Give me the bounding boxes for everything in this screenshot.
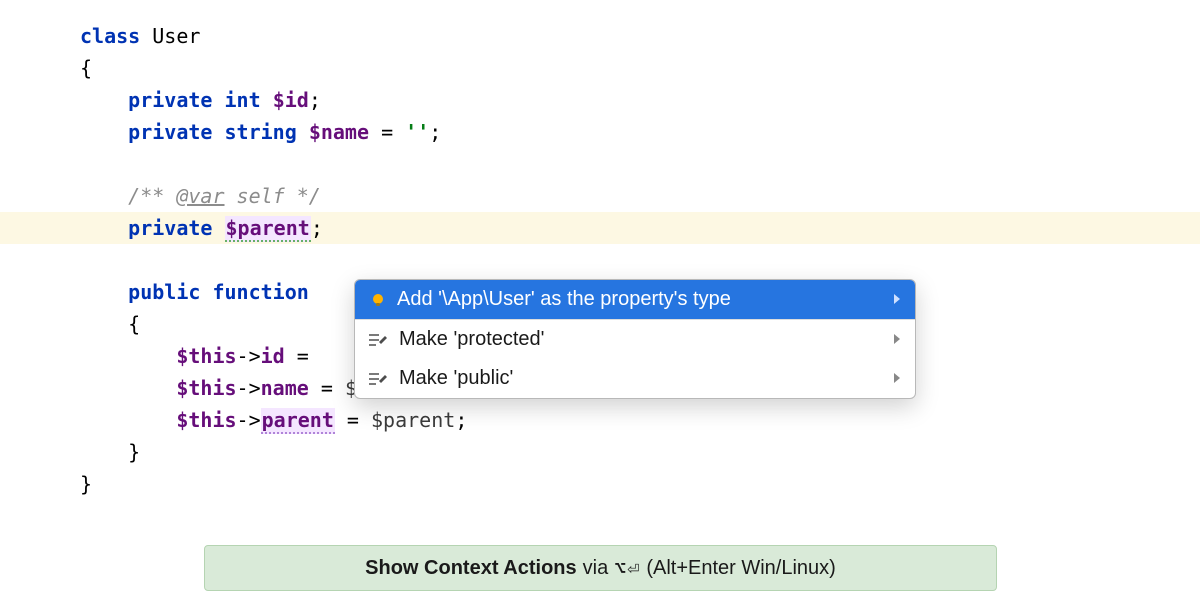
keyword-class: class — [80, 24, 140, 48]
code-line: /** @var self */ — [0, 180, 1200, 212]
code-line: class User — [0, 20, 1200, 52]
assign: = — [369, 120, 405, 144]
lightbulb-icon — [369, 291, 387, 309]
code-line-blank — [0, 244, 1200, 276]
intention-action-label: Make 'public' — [399, 367, 513, 390]
edit-lines-icon — [369, 331, 389, 349]
param-parent: $parent — [371, 408, 455, 432]
type-string: string — [225, 120, 297, 144]
semicolon: ; — [309, 88, 321, 112]
hint-via: via — [583, 557, 609, 580]
intention-actions-popup[interactable]: Add '\App\User' as the property's type M… — [354, 279, 916, 399]
var-id: $id — [273, 88, 309, 112]
intention-action-make-protected[interactable]: Make 'protected' — [355, 320, 915, 359]
code-line: { — [0, 52, 1200, 84]
hint-win-shortcut: (Alt+Enter Win/Linux) — [646, 557, 836, 580]
chevron-right-icon — [893, 328, 901, 351]
hint-mac-shortcut: ⌥⏎ — [614, 556, 640, 580]
code-line-blank — [0, 148, 1200, 180]
brace: { — [80, 56, 92, 80]
code-line: } — [0, 468, 1200, 500]
assign: = — [335, 408, 371, 432]
intention-action-make-public[interactable]: Make 'public' — [355, 359, 915, 398]
intention-action-add-type[interactable]: Add '\App\User' as the property's type — [355, 280, 915, 319]
keyword-public: public — [128, 280, 200, 304]
doc-self: self — [225, 184, 297, 208]
doc-comment: /** @var self */ — [128, 184, 321, 208]
arrow: -> — [237, 376, 261, 400]
assign: = — [309, 376, 345, 400]
var-parent-inspected[interactable]: $parent — [225, 216, 311, 242]
type-int: int — [225, 88, 261, 112]
code-line: private int $id; — [0, 84, 1200, 116]
var-name: $name — [309, 120, 369, 144]
string-literal: '' — [405, 120, 429, 144]
semicolon: ; — [429, 120, 441, 144]
keyword-private: private — [128, 216, 212, 240]
prop-id: id — [261, 344, 285, 368]
chevron-right-icon — [893, 367, 901, 390]
code-line: private string $name = ''; — [0, 116, 1200, 148]
doc-open: /** — [128, 184, 176, 208]
brace: } — [80, 472, 92, 496]
prop-parent-highlighted: parent — [261, 408, 335, 434]
edit-lines-icon — [369, 370, 389, 388]
keyword-private: private — [128, 88, 212, 112]
code-line: $this->parent = $parent; — [0, 404, 1200, 436]
brace: { — [128, 312, 140, 336]
keyword-private: private — [128, 120, 212, 144]
doc-close: */ — [297, 184, 321, 208]
hint-action-name: Show Context Actions — [365, 557, 576, 580]
doc-var-tag: @var — [176, 184, 224, 208]
chevron-right-icon — [893, 288, 901, 311]
arrow: -> — [237, 408, 261, 432]
semicolon: ; — [311, 216, 323, 240]
shortcut-hint-banner: Show Context Actions via ⌥⏎ (Alt+Enter W… — [204, 545, 997, 591]
code-editor[interactable]: class User { private int $id; private st… — [0, 0, 1200, 500]
keyword-function: function — [212, 280, 308, 304]
brace: } — [128, 440, 140, 464]
prop-name: name — [261, 376, 309, 400]
code-line-highlighted: private $parent; — [0, 212, 1200, 244]
this-var: $this — [176, 408, 236, 432]
class-name: User — [152, 24, 200, 48]
intention-action-label: Add '\App\User' as the property's type — [397, 288, 731, 311]
code-line: } — [0, 436, 1200, 468]
this-var: $this — [176, 344, 236, 368]
assign: = — [285, 344, 321, 368]
arrow: -> — [237, 344, 261, 368]
intention-action-label: Make 'protected' — [399, 328, 545, 351]
semicolon: ; — [455, 408, 467, 432]
this-var: $this — [176, 376, 236, 400]
